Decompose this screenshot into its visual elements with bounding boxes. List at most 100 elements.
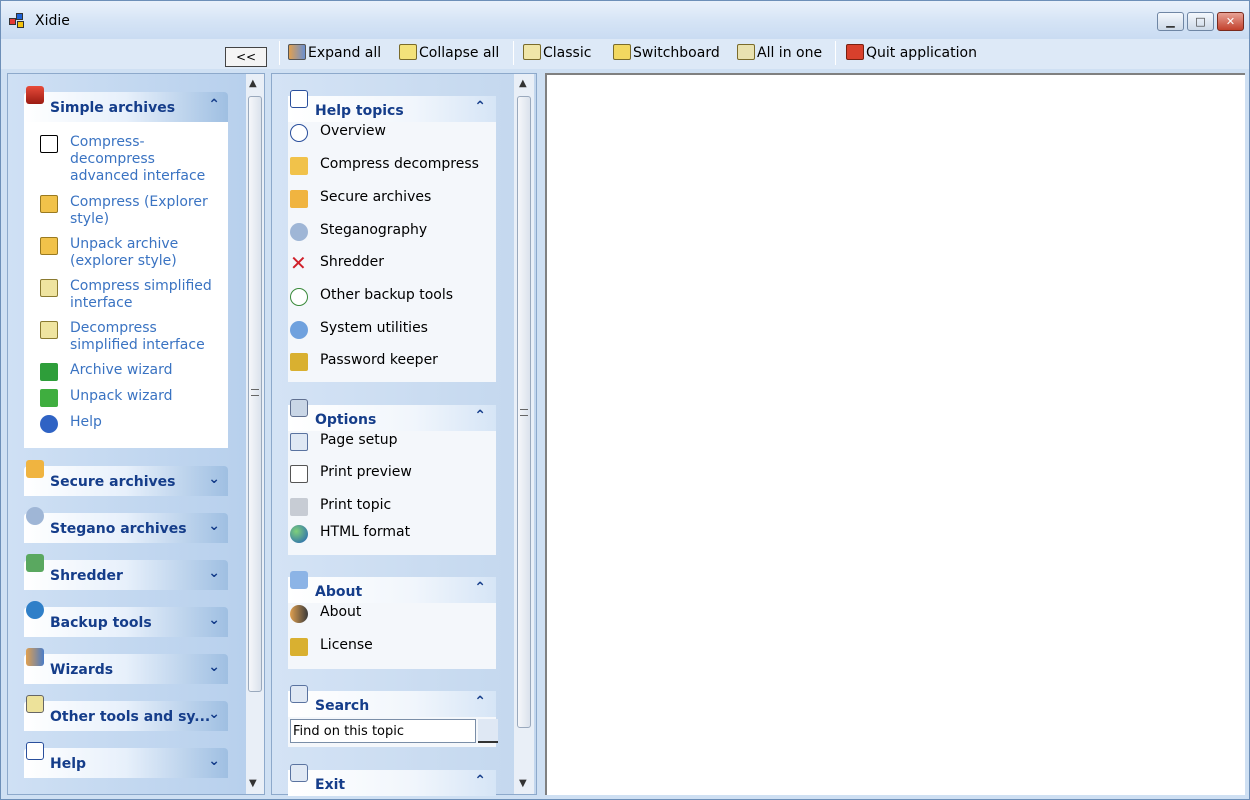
help-topics-panel: Overview Compress decompress Secure arch… bbox=[288, 122, 496, 382]
toolbar-separator bbox=[279, 41, 280, 65]
calendar-archive-icon bbox=[40, 279, 58, 297]
content-viewer[interactable] bbox=[545, 73, 1245, 795]
keys-icon bbox=[290, 638, 308, 656]
topic-password-keeper[interactable]: Password keeper bbox=[290, 351, 490, 373]
key-icon bbox=[290, 190, 308, 208]
topic-steganography[interactable]: Steganography bbox=[290, 221, 490, 243]
clock-icon bbox=[290, 288, 308, 306]
key-icon bbox=[26, 460, 44, 478]
search-panel bbox=[288, 717, 498, 747]
about-panel: About License bbox=[288, 603, 496, 669]
group-about[interactable]: About ⌃ bbox=[288, 571, 496, 603]
topic-shredder[interactable]: ✕ Shredder bbox=[290, 253, 490, 275]
print-preview-icon bbox=[290, 465, 308, 483]
options-panel: Page setup Print preview Print topic HTM… bbox=[288, 431, 496, 555]
topic-other-backup-tools[interactable]: Other backup tools bbox=[290, 286, 490, 308]
group-exit[interactable]: Exit ⌃ bbox=[288, 764, 496, 796]
green-arrow-icon bbox=[40, 363, 58, 381]
group-help-topics[interactable]: Help topics ⌃ bbox=[288, 90, 496, 122]
help-book-icon bbox=[26, 742, 44, 760]
chevron-up-icon: ⌃ bbox=[474, 694, 486, 710]
simple-archives-panel: Compress-decompress advanced interface C… bbox=[24, 122, 228, 448]
minimize-button[interactable]: ▁ bbox=[1157, 12, 1184, 31]
chevron-up-icon: ⌃ bbox=[474, 408, 486, 424]
middle-pane-scrollbar[interactable]: ▲ ▼ bbox=[514, 74, 534, 794]
group-search[interactable]: Search ⌃ bbox=[288, 685, 496, 717]
license-item[interactable]: License bbox=[290, 636, 490, 658]
green-flag-icon bbox=[40, 389, 58, 407]
close-button[interactable]: ✕ bbox=[1217, 12, 1244, 31]
scroll-up-arrow[interactable]: ▲ bbox=[249, 78, 257, 89]
scroll-down-arrow[interactable]: ▼ bbox=[249, 778, 257, 789]
info-bottle-icon bbox=[290, 571, 308, 589]
chevron-down-icon: ⌄ bbox=[208, 659, 220, 675]
group-shredder[interactable]: Shredder ⌄ bbox=[24, 554, 228, 590]
compress-icon bbox=[290, 157, 308, 175]
help-topics-pane: Help topics ⌃ Overview Compress decompre… bbox=[271, 73, 537, 796]
classic-button[interactable]: Classic bbox=[523, 41, 591, 65]
left-navigation-pane: Simple archives ⌃ Compress-decompress ad… bbox=[7, 73, 265, 795]
group-other-tools[interactable]: Other tools and sy... ⌄ bbox=[24, 695, 228, 731]
users-icon bbox=[290, 605, 308, 623]
chevron-down-icon: ⌄ bbox=[208, 565, 220, 581]
group-stegano-archives[interactable]: Stegano archives ⌄ bbox=[24, 507, 228, 543]
topic-secure-archives[interactable]: Secure archives bbox=[290, 188, 490, 210]
chevron-up-icon: ⌃ bbox=[474, 580, 486, 596]
printer-icon bbox=[290, 498, 308, 516]
group-backup-tools[interactable]: Backup tools ⌄ bbox=[24, 601, 228, 637]
group-help[interactable]: Help ⌄ bbox=[24, 742, 228, 778]
quit-application-button[interactable]: Quit application bbox=[846, 41, 977, 65]
archive-icon bbox=[40, 237, 58, 255]
chevron-down-icon: ⌄ bbox=[208, 753, 220, 769]
expand-all-button[interactable]: Expand all bbox=[288, 41, 381, 65]
topic-system-utilities[interactable]: System utilities bbox=[290, 319, 490, 341]
switchboard-button[interactable]: Switchboard bbox=[613, 41, 720, 65]
scroll-down-arrow[interactable]: ▼ bbox=[519, 778, 527, 789]
users-icon bbox=[26, 648, 44, 666]
toolbar: << Expand all Collapse all Classic Switc… bbox=[1, 39, 1249, 69]
printer-window-icon bbox=[290, 399, 308, 417]
option-html-format[interactable]: HTML format bbox=[290, 523, 490, 545]
chevron-down-icon: ⌄ bbox=[208, 471, 220, 487]
chevron-up-icon: ⌃ bbox=[474, 99, 486, 115]
search-input[interactable] bbox=[290, 719, 476, 743]
collapse-pane-button[interactable]: << bbox=[225, 47, 267, 67]
search-icon[interactable] bbox=[478, 719, 498, 743]
option-page-setup[interactable]: Page setup bbox=[290, 431, 490, 453]
option-print-topic[interactable]: Print topic bbox=[290, 496, 490, 518]
help-icon bbox=[40, 415, 58, 433]
scroll-thumb[interactable] bbox=[517, 96, 531, 728]
group-options[interactable]: Options ⌃ bbox=[288, 399, 496, 431]
red-book-icon bbox=[26, 86, 44, 104]
group-secure-archives[interactable]: Secure archives ⌄ bbox=[24, 460, 228, 496]
chevron-down-icon: ⌄ bbox=[208, 612, 220, 628]
left-pane-scrollbar[interactable]: ▲ ▼ bbox=[246, 74, 264, 794]
chevron-down-icon: ⌄ bbox=[208, 706, 220, 722]
topic-overview[interactable]: Overview bbox=[290, 122, 490, 144]
magnifier-icon bbox=[290, 321, 308, 339]
main-area: Simple archives ⌃ Compress-decompress ad… bbox=[1, 71, 1249, 799]
exit-window-icon bbox=[290, 764, 308, 782]
group-wizards[interactable]: Wizards ⌄ bbox=[24, 648, 228, 684]
red-x-icon: ✕ bbox=[290, 251, 307, 275]
globe-icon bbox=[290, 525, 308, 543]
all-in-one-icon bbox=[737, 44, 755, 60]
toolbar-separator bbox=[835, 41, 836, 65]
maximize-button[interactable]: □ bbox=[1187, 12, 1214, 31]
scroll-thumb[interactable] bbox=[248, 96, 262, 692]
gears-icon bbox=[290, 223, 308, 241]
help-book-icon bbox=[290, 90, 308, 108]
topic-compress-decompress[interactable]: Compress decompress bbox=[290, 155, 490, 177]
group-simple-archives[interactable]: Simple archives ⌃ bbox=[24, 86, 228, 122]
quit-icon bbox=[846, 44, 864, 60]
about-item[interactable]: About bbox=[290, 603, 490, 625]
calendar-archive-icon bbox=[40, 321, 58, 339]
gears-icon bbox=[26, 507, 44, 525]
option-print-preview[interactable]: Print preview bbox=[290, 463, 490, 485]
chevron-up-icon: ⌃ bbox=[208, 97, 220, 113]
chevron-up-icon: ⌃ bbox=[474, 773, 486, 789]
recycle-icon bbox=[26, 554, 44, 572]
all-in-one-button[interactable]: All in one bbox=[737, 41, 822, 65]
scroll-up-arrow[interactable]: ▲ bbox=[519, 78, 527, 89]
collapse-all-button[interactable]: Collapse all bbox=[399, 41, 499, 65]
